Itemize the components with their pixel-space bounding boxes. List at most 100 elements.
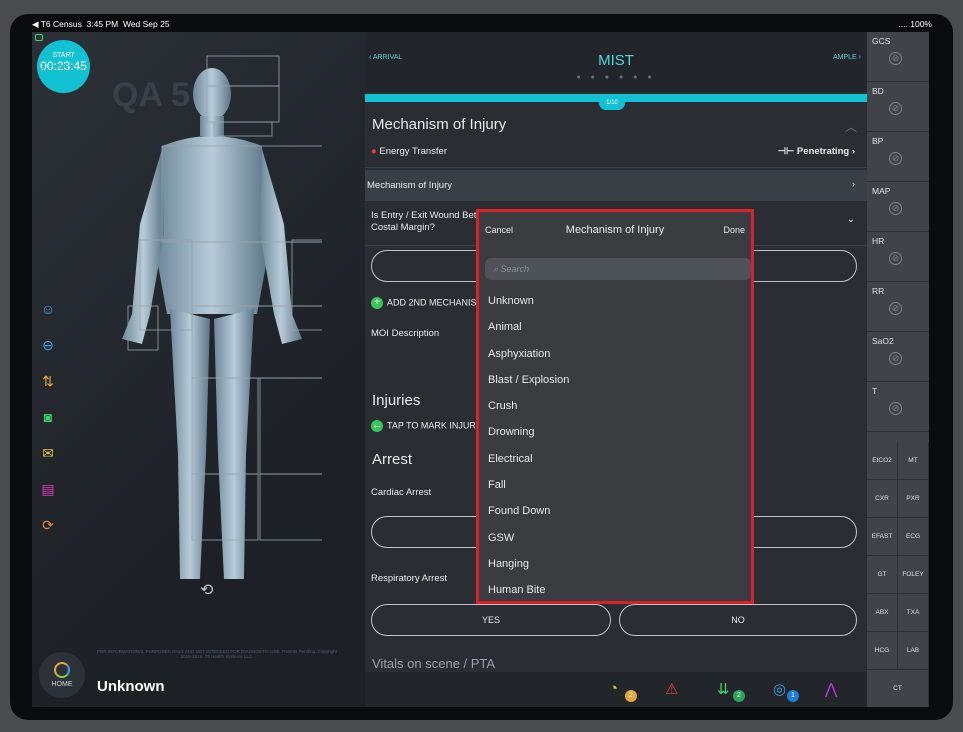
collapse-icon[interactable]: ︿ bbox=[845, 118, 857, 135]
timer-label: START bbox=[52, 52, 75, 59]
vital-gcs[interactable]: GCS ⊘ bbox=[867, 32, 929, 82]
picker-search-input[interactable]: ⌕ Search bbox=[485, 258, 751, 280]
vital-map[interactable]: MAP ⊘ bbox=[867, 182, 929, 232]
order-gt[interactable]: GT bbox=[867, 556, 898, 594]
bottom-toolbar: ◔ 2 ⚠ ⇊ 2 ◎ 1 ⋀ bbox=[365, 672, 867, 707]
plus-icon: + bbox=[371, 297, 383, 309]
picker-option[interactable]: Electrical bbox=[479, 446, 751, 472]
vital-label: T bbox=[872, 386, 878, 396]
gauge-badge: 2 bbox=[625, 690, 637, 702]
disclaimer: FOR INFORMATIONAL PURPOSES ONLY AND NOT … bbox=[97, 649, 337, 659]
order-hcg[interactable]: HCG bbox=[867, 632, 898, 670]
chevron-down-icon: ⌄ bbox=[847, 214, 855, 225]
adt-icon[interactable]: ⟳ bbox=[36, 513, 60, 537]
order-etco2[interactable]: EtCO2 bbox=[867, 442, 898, 480]
empty-value-icon: ⊘ bbox=[889, 352, 902, 365]
vital-label: BD bbox=[872, 86, 884, 96]
picker-option[interactable]: Animal bbox=[479, 314, 751, 340]
moi-section-title: Mechanism of Injury bbox=[372, 116, 507, 133]
vital-bp[interactable]: BP ⊘ bbox=[867, 132, 929, 182]
vital-rr[interactable]: RR ⊘ bbox=[867, 282, 929, 332]
order-cxr[interactable]: CXR bbox=[867, 480, 898, 518]
patient-name: Unknown bbox=[97, 678, 165, 695]
order-ecg[interactable]: ECG bbox=[898, 518, 929, 556]
picker-option[interactable]: Hanging bbox=[479, 551, 751, 577]
progress-bar: 1/10 bbox=[365, 94, 867, 110]
inbox-icon[interactable]: ▤ bbox=[36, 477, 60, 501]
vital-t[interactable]: T ⊘ bbox=[867, 382, 929, 432]
forward-label: AMPLE bbox=[832, 54, 857, 61]
picker-option[interactable]: Found Down bbox=[479, 498, 751, 524]
search-placeholder: Search bbox=[500, 264, 530, 274]
picker-option[interactable]: Drowning bbox=[479, 419, 751, 445]
order-txa[interactable]: TXA bbox=[898, 594, 929, 632]
picker-option[interactable]: Unknown bbox=[479, 288, 751, 314]
progress-label: 1/10 bbox=[599, 96, 625, 110]
picker-option[interactable]: Human Bite bbox=[479, 577, 751, 601]
forward-ample-link[interactable]: AMPLE › bbox=[833, 54, 861, 61]
empty-value-icon: ⊘ bbox=[889, 202, 902, 215]
energy-icon: ● bbox=[371, 146, 377, 157]
gauge-icon[interactable]: ◔ bbox=[609, 680, 618, 697]
transfer-badge: 2 bbox=[733, 690, 745, 702]
energy-transfer-row[interactable]: ● Energy Transfer ⊣⊢ Penetrating › bbox=[365, 138, 867, 168]
trend-icon[interactable]: ⋀ bbox=[825, 680, 837, 698]
transfer-icon[interactable]: ⇅ bbox=[36, 369, 60, 393]
picker-option[interactable]: GSW bbox=[479, 525, 751, 551]
vitals-sidebar: GCS ⊘ BD ⊘ BP ⊘ MAP ⊘ HR ⊘ RR ⊘ SaO2 ⊘ T ⊘ EtCO2 MT CXR PXR… bbox=[867, 32, 929, 707]
back-arrow-icon: ← bbox=[371, 420, 383, 432]
side-toolbar: ☺ ⊖ ⇅ ◙ ✉ ▤ ⟳ bbox=[36, 297, 60, 549]
rotate-icon[interactable]: ⟲ bbox=[200, 580, 213, 600]
transfer-arrows-icon[interactable]: ⇊ bbox=[717, 680, 730, 698]
energy-value: Penetrating bbox=[796, 146, 850, 157]
moi-description[interactable]: MOI Description bbox=[371, 328, 439, 339]
vehicle-icon[interactable]: ⊖ bbox=[36, 333, 60, 357]
check-icon[interactable]: ◎ bbox=[773, 680, 786, 698]
picker-option[interactable]: Blast / Explosion bbox=[479, 367, 751, 393]
picker-option[interactable]: Fall bbox=[479, 472, 751, 498]
battery-icon bbox=[35, 34, 43, 41]
picker-title: Mechanism of Injury bbox=[565, 224, 665, 236]
order-mt[interactable]: MT bbox=[898, 442, 929, 480]
picker-option[interactable]: Asphyxiation bbox=[479, 341, 751, 367]
moi-picker-modal: Cancel Mechanism of Injury Done ⌕ Search… bbox=[476, 209, 754, 604]
check-badge: 1 bbox=[787, 690, 799, 702]
order-foley[interactable]: FOLEY bbox=[898, 556, 929, 594]
vital-hr[interactable]: HR ⊘ bbox=[867, 232, 929, 282]
vitals-scene-title: Vitals on scene / PTA bbox=[372, 656, 496, 671]
energy-value-wrap: ⊣⊢ Penetrating › bbox=[777, 146, 855, 157]
chat-icon[interactable]: ✉ bbox=[36, 441, 60, 465]
status-left: ◀ T6 Census 3:45 PM Wed Sep 25 bbox=[32, 19, 170, 29]
moi-select-row[interactable]: Mechanism of Injury › bbox=[365, 170, 867, 201]
page-dots: ● ● ● ● ● ● bbox=[576, 74, 656, 81]
no-button[interactable]: NO bbox=[619, 604, 857, 636]
picker-option[interactable]: Crush bbox=[479, 393, 751, 419]
vital-label: MAP bbox=[872, 186, 891, 196]
vital-label: GCS bbox=[872, 36, 891, 46]
yes-button[interactable]: YES bbox=[371, 604, 611, 636]
order-efast[interactable]: EFAST bbox=[867, 518, 898, 556]
order-abx[interactable]: ABX bbox=[867, 594, 898, 632]
order-ct[interactable]: CT bbox=[867, 670, 929, 707]
timer-value: 00:23:45 bbox=[40, 59, 87, 73]
resp-arrest-label: Respiratory Arrest bbox=[371, 573, 448, 584]
vital-bd[interactable]: BD ⊘ bbox=[867, 82, 929, 132]
empty-value-icon: ⊘ bbox=[889, 152, 902, 165]
add-moi-label: ADD 2ND MECHANISM bbox=[387, 297, 485, 308]
tap-mark-injuries[interactable]: ← TAP TO MARK INJURIES bbox=[371, 420, 490, 432]
add-moi-button[interactable]: + ADD 2ND MECHANISM bbox=[371, 297, 484, 309]
picker-option-list[interactable]: Unknown Animal Asphyxiation Blast / Explosi… bbox=[479, 288, 751, 601]
home-icon bbox=[54, 662, 70, 678]
start-timer-button[interactable]: START 00:23:45 bbox=[37, 40, 90, 93]
form-title: MIST bbox=[598, 52, 634, 69]
arrest-title: Arrest bbox=[372, 451, 413, 468]
camera-icon[interactable]: ◙ bbox=[36, 405, 60, 429]
picker-done-button[interactable]: Done bbox=[723, 225, 745, 235]
warning-icon[interactable]: ⚠ bbox=[665, 680, 678, 698]
home-button[interactable]: HOME bbox=[39, 652, 85, 698]
vital-sao2[interactable]: SaO2 ⊘ bbox=[867, 332, 929, 382]
order-lab[interactable]: LAB bbox=[898, 632, 929, 670]
people-icon[interactable]: ☺ bbox=[36, 297, 60, 321]
order-pxr[interactable]: PXR bbox=[898, 480, 929, 518]
moi-row-label: Mechanism of Injury bbox=[367, 180, 453, 191]
